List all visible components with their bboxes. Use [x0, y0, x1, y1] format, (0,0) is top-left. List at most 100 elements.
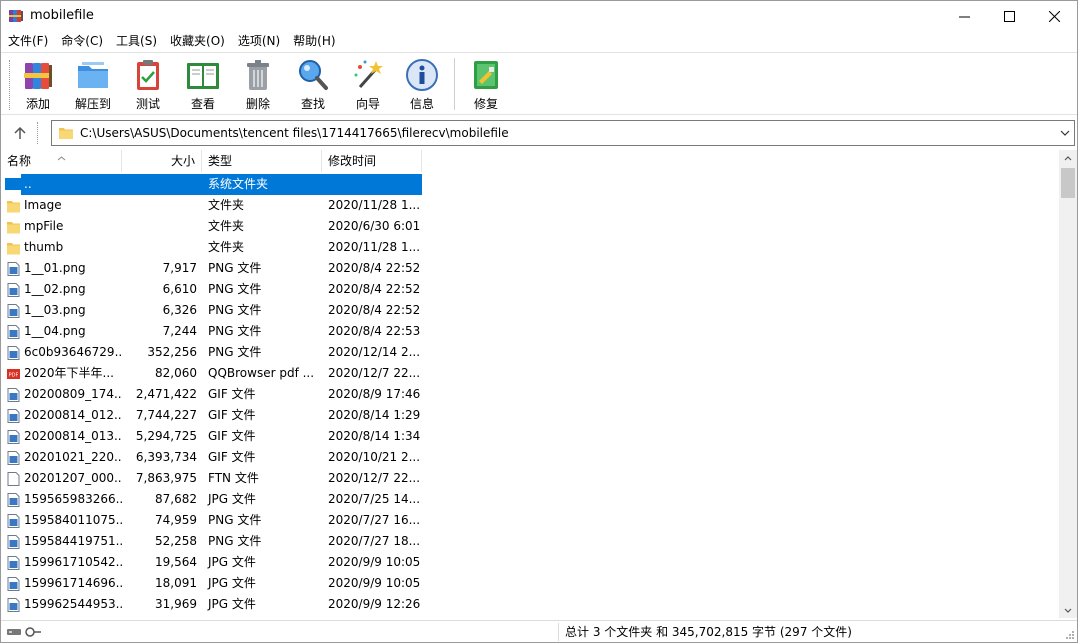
file-name-cell[interactable]: 159584011075...	[1, 510, 122, 531]
vertical-scrollbar[interactable]	[1059, 150, 1077, 618]
test-button[interactable]: 测试	[121, 57, 175, 113]
file-row[interactable]: 20201021_220... 6,393,734 GIF 文件 2020/10/21…	[1, 447, 422, 468]
file-row[interactable]: thumb 文件夹 2020/11/28 1...	[1, 237, 422, 258]
file-name-cell[interactable]: 159565983266...	[1, 489, 122, 510]
file-name-cell[interactable]: 159584419751...	[1, 531, 122, 552]
column-name-label: 名称	[7, 154, 32, 168]
list-header: 名称 大小 类型 修改时间	[1, 150, 1059, 172]
info-label: 信息	[409, 97, 434, 111]
file-name-cell[interactable]: 20201021_220...	[1, 447, 122, 468]
file-row[interactable]: 20200814_012... 7,744,227 GIF 文件 2020/8/14 …	[1, 405, 422, 426]
svg-text:PDF: PDF	[9, 373, 19, 379]
delete-label: 删除	[245, 97, 270, 111]
file-row[interactable]: PDF 2020年下半年... 82,060 QQBrowser pdf ... 202…	[1, 363, 422, 384]
maximize-button[interactable]	[986, 1, 1032, 31]
file-row[interactable]: 1__01.png 7,917 PNG 文件 2020/8/4 22:52	[1, 258, 422, 279]
menu-tools[interactable]: 工具(S)	[111, 31, 162, 52]
file-row[interactable]: 159565983266... 87,682 JPG 文件 2020/7/25 14.…	[1, 489, 422, 510]
minimize-button[interactable]	[941, 1, 987, 31]
scroll-up-button[interactable]	[1059, 150, 1077, 166]
file-list[interactable]: 名称 大小 类型 修改时间 .. 系统文件夹 Image 文件夹 2020/11/28 …	[1, 150, 1059, 616]
file-row[interactable]: 159584419751... 52,258 PNG 文件 2020/7/27 18.…	[1, 531, 422, 552]
file-name-cell[interactable]: ..	[1, 174, 122, 195]
file-name-cell[interactable]: 20200809_174...	[1, 384, 122, 405]
file-row[interactable]: Image 文件夹 2020/11/28 1...	[1, 195, 422, 216]
file-name-cell[interactable]: mpFile	[1, 216, 122, 237]
file-row[interactable]: 20200814_013... 5,294,725 GIF 文件 2020/8/14 …	[1, 426, 422, 447]
file-name: mpFile	[24, 219, 64, 233]
up-one-level-button[interactable]	[9, 122, 31, 144]
file-name: 1__01.png	[24, 261, 86, 275]
file-name-cell[interactable]: Image	[1, 195, 122, 216]
file-date: 2020/9/9 10:05	[328, 576, 421, 590]
file-type: PNG 文件	[208, 261, 262, 275]
file-size	[122, 237, 202, 258]
repair-button[interactable]: 修复	[459, 57, 513, 113]
file-size: 6,393,734	[135, 450, 197, 464]
file-date: 2020/11/28 1...	[328, 198, 421, 212]
file-name-cell[interactable]: thumb	[1, 237, 122, 258]
file-name-cell[interactable]: PDF 2020年下半年...	[1, 363, 122, 384]
file-name-cell[interactable]: 1__03.png	[1, 300, 122, 321]
file-name-cell[interactable]: 20200814_013...	[1, 426, 122, 447]
file-row[interactable]: 159961714696... 18,091 JPG 文件 2020/9/9 10:0…	[1, 573, 422, 594]
address-dropdown-button[interactable]	[1060, 126, 1070, 139]
scroll-thumb[interactable]	[1061, 168, 1075, 198]
menu-file[interactable]: 文件(F)	[3, 31, 53, 52]
menu-command[interactable]: 命令(C)	[56, 31, 108, 52]
file-row[interactable]: 159584011075... 74,959 PNG 文件 2020/7/27 16.…	[1, 510, 422, 531]
title-bar[interactable]: mobilefile	[1, 1, 1077, 31]
wizard-button[interactable]: 向导	[341, 57, 395, 113]
chevron-down-icon	[1064, 608, 1072, 613]
extract-to-button[interactable]: 解压到	[66, 57, 120, 113]
address-field[interactable]: C:\Users\ASUS\Documents\tencent files\17…	[51, 120, 1075, 146]
file-size: 7,744,227	[135, 408, 197, 422]
file-type: JPG 文件	[208, 597, 256, 611]
file-row[interactable]: 20200809_174... 2,471,422 GIF 文件 2020/8/9 1…	[1, 384, 422, 405]
column-header-size[interactable]: 大小	[122, 150, 202, 172]
info-button[interactable]: 信息	[395, 57, 449, 113]
file-row[interactable]: 1__03.png 6,326 PNG 文件 2020/8/4 22:52	[1, 300, 422, 321]
file-name-cell[interactable]: 1__02.png	[1, 279, 122, 300]
file-row[interactable]: 1__04.png 7,244 PNG 文件 2020/8/4 22:53	[1, 321, 422, 342]
close-button[interactable]	[1031, 1, 1077, 31]
file-name-cell[interactable]: 1__01.png	[1, 258, 122, 279]
file-row[interactable]: 6c0b93646729... 352,256 PNG 文件 2020/12/14 2…	[1, 342, 422, 363]
file-name-cell[interactable]: 20201207_000...	[1, 468, 122, 489]
file-name: 159961710542...	[24, 555, 122, 569]
file-row[interactable]: .. 系统文件夹	[1, 174, 422, 195]
file-name-cell[interactable]: 6c0b93646729...	[1, 342, 122, 363]
file-name-cell[interactable]: 159961714696...	[1, 573, 122, 594]
file-date: 2020/8/14 1:34	[328, 429, 421, 443]
chevron-up-icon	[1064, 155, 1072, 160]
file-row[interactable]: 159962544953... 31,969 JPG 文件 2020/9/9 12:2…	[1, 594, 422, 615]
file-row[interactable]: mpFile 文件夹 2020/6/30 6:01	[1, 216, 422, 237]
view-button[interactable]: 查看	[176, 57, 230, 113]
delete-button[interactable]: 删除	[231, 57, 285, 113]
address-path: C:\Users\ASUS\Documents\tencent files\17…	[80, 126, 509, 140]
find-label: 查找	[300, 97, 325, 111]
add-button[interactable]: 添加	[11, 57, 65, 113]
menu-favorites[interactable]: 收藏夹(O)	[165, 31, 230, 52]
column-header-date[interactable]: 修改时间	[322, 150, 422, 172]
find-button[interactable]: 查找	[286, 57, 340, 113]
file-row[interactable]: 159961710542... 19,564 JPG 文件 2020/9/9 10:0…	[1, 552, 422, 573]
file-name-cell[interactable]: 159961710542...	[1, 552, 122, 573]
menu-help[interactable]: 帮助(H)	[288, 31, 340, 52]
resize-grip-icon[interactable]	[1065, 630, 1075, 640]
file-type: 文件夹	[208, 240, 245, 254]
file-date: 2020/7/27 18...	[328, 534, 421, 548]
file-name-cell[interactable]: 1__04.png	[1, 321, 122, 342]
file-row[interactable]: 20201207_000... 7,863,975 FTN 文件 2020/12/7 …	[1, 468, 422, 489]
column-header-name[interactable]: 名称	[1, 150, 122, 172]
file-row[interactable]: 1__02.png 6,610 PNG 文件 2020/8/4 22:52	[1, 279, 422, 300]
menu-options[interactable]: 选项(N)	[233, 31, 285, 52]
address-grip[interactable]	[37, 122, 39, 144]
chevron-down-icon	[1060, 130, 1070, 136]
file-name-cell[interactable]: 20200814_012...	[1, 405, 122, 426]
file-name-cell[interactable]: 159962544953...	[1, 594, 122, 615]
archive-books-icon	[24, 63, 52, 89]
column-header-type[interactable]: 类型	[202, 150, 322, 172]
scroll-down-button[interactable]	[1059, 602, 1077, 618]
file-name: 159565983266...	[24, 492, 122, 506]
